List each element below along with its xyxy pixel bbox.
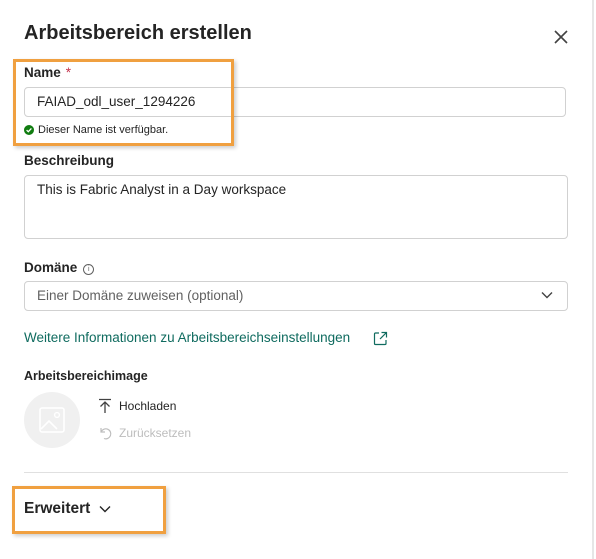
name-status-text: Dieser Name ist verfügbar. xyxy=(38,124,169,136)
panel-edge xyxy=(592,0,594,559)
description-textarea[interactable]: This is Fabric Analyst in a Day workspac… xyxy=(24,175,568,239)
checkmark-circle-icon xyxy=(24,125,34,135)
reset-label: Zurücksetzen xyxy=(119,426,192,440)
section-divider xyxy=(24,472,568,473)
image-icon xyxy=(39,407,65,433)
create-workspace-panel: Arbeitsbereich erstellen Name * FAIAD_odl… xyxy=(0,0,594,559)
dialog-title: Arbeitsbereich erstellen xyxy=(24,22,252,44)
workspace-image-label: Arbeitsbereichimage xyxy=(24,369,148,383)
domain-select-placeholder: Einer Domäne zuweisen (optional) xyxy=(37,288,244,303)
upload-icon xyxy=(99,398,111,413)
reset-button[interactable]: Zurücksetzen xyxy=(98,426,191,440)
more-info-link[interactable]: Weitere Informationen zu Arbeitsbereichs… xyxy=(24,330,350,345)
workspace-image-placeholder xyxy=(24,392,80,448)
name-status: Dieser Name ist verfügbar. xyxy=(24,124,168,136)
required-marker: * xyxy=(65,65,72,80)
name-label: Name * xyxy=(24,65,71,80)
advanced-label: Erweitert xyxy=(24,500,91,517)
description-label: Beschreibung xyxy=(24,153,115,168)
chevron-down-icon xyxy=(541,292,553,299)
name-input[interactable]: FAIAD_odl_user_1294226 xyxy=(24,87,566,117)
close-icon[interactable] xyxy=(552,28,570,46)
domain-label: Domäne i xyxy=(24,260,95,275)
advanced-toggle[interactable]: Erweitert xyxy=(24,500,111,518)
undo-icon xyxy=(100,428,112,440)
domain-label-text: Domäne xyxy=(24,260,78,275)
domain-select[interactable]: Einer Domäne zuweisen (optional) xyxy=(24,281,568,311)
upload-button[interactable]: Hochladen xyxy=(98,398,176,414)
info-icon[interactable]: i xyxy=(83,264,95,275)
upload-label: Hochladen xyxy=(119,399,177,413)
name-label-text: Name xyxy=(24,65,61,80)
chevron-down-icon xyxy=(99,506,111,513)
open-external-icon[interactable] xyxy=(373,331,388,346)
